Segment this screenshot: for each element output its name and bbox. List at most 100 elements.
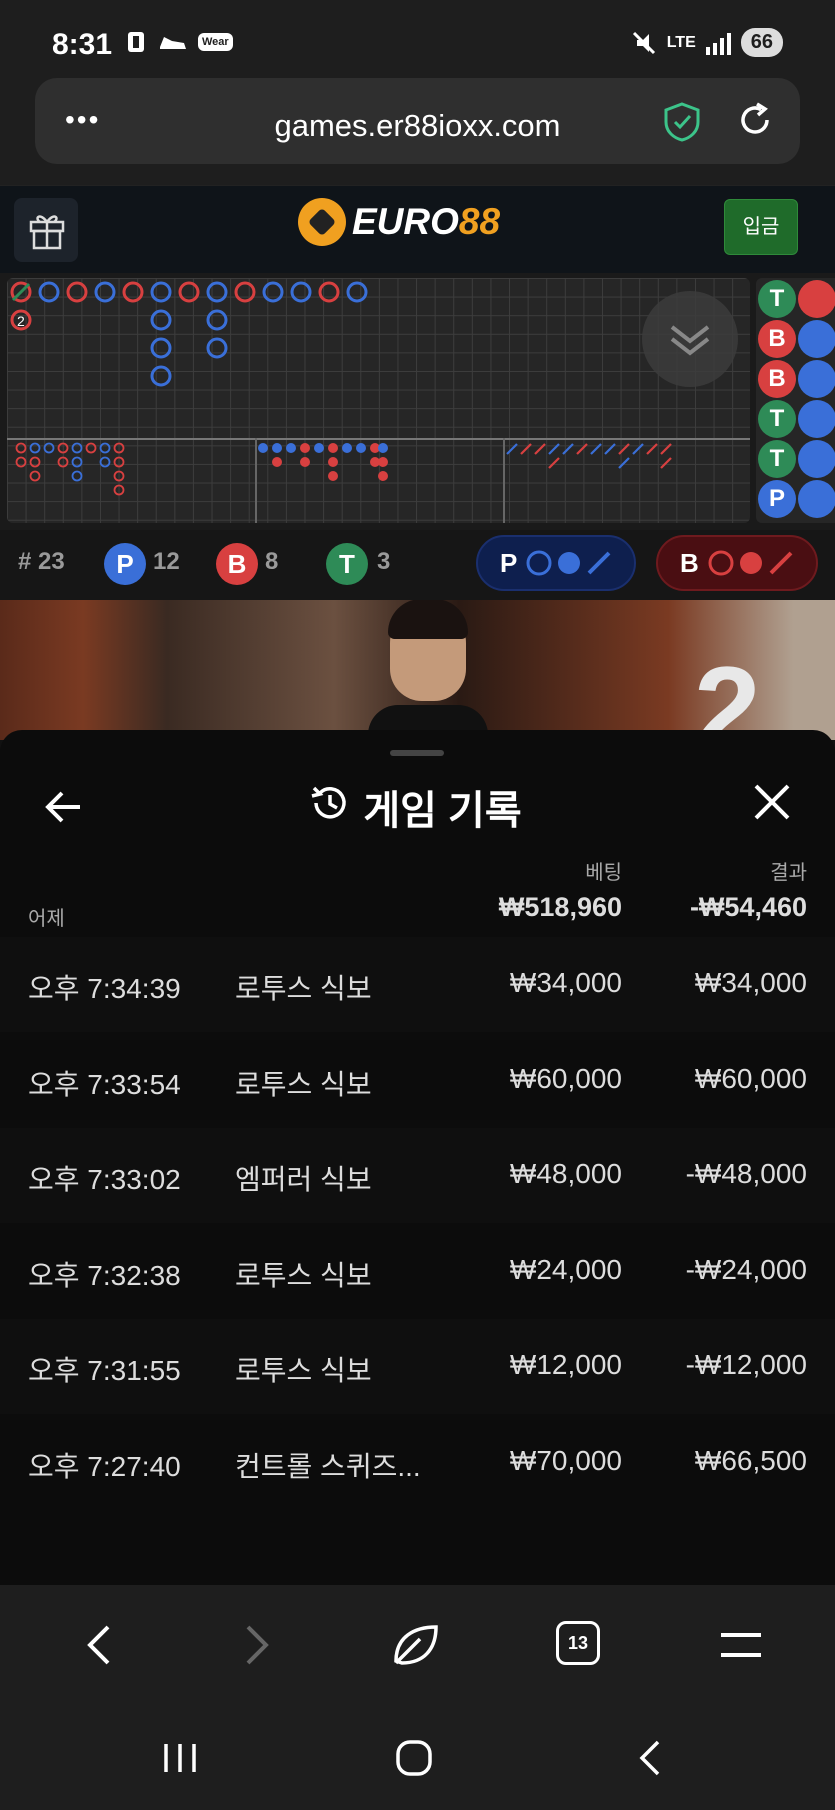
leaf-icon[interactable] bbox=[390, 1621, 442, 1669]
player-badge: P bbox=[104, 543, 146, 585]
date-group-label: 어제 bbox=[28, 908, 65, 930]
column-header-result: 결과 bbox=[770, 862, 807, 884]
row-bet: ₩60,000 bbox=[509, 1063, 622, 1094]
round-stats-bar: # 23 P 12 B 8 T 3 P B bbox=[0, 530, 835, 600]
logo-text-88: 88 bbox=[458, 201, 501, 242]
row-result: -₩12,000 bbox=[685, 1349, 807, 1380]
row-bet: ₩24,000 bbox=[509, 1254, 622, 1285]
status-left-icons: Wear bbox=[126, 30, 233, 54]
banker-badge: B bbox=[216, 543, 258, 585]
history-row[interactable]: 오후 7:32:38 로투스 식보 ₩24,000 -₩24,000 bbox=[0, 1224, 835, 1319]
reload-icon[interactable] bbox=[735, 100, 775, 140]
mute-icon bbox=[632, 31, 655, 54]
history-row[interactable]: 오후 7:33:02 엠퍼러 식보 ₩48,000 -₩48,000 bbox=[0, 1128, 835, 1223]
row-time: 오후 7:31:55 bbox=[28, 1355, 181, 1386]
prediction-markers-icon bbox=[526, 550, 611, 576]
b-icon bbox=[128, 32, 144, 52]
menu-icon[interactable] bbox=[718, 1621, 764, 1669]
prediction-markers-icon bbox=[708, 550, 793, 576]
side-result-1: T bbox=[758, 280, 796, 318]
row-time: 오후 7:33:54 bbox=[28, 1069, 181, 1100]
soccer-ball-icon bbox=[298, 198, 346, 246]
row-game: 로투스 식보 bbox=[235, 1260, 372, 1291]
column-header-bet: 베팅 bbox=[585, 862, 622, 884]
address-bar[interactable]: ••• games.er88ioxx.com bbox=[35, 78, 800, 164]
row-bet: ₩48,000 bbox=[509, 1158, 622, 1189]
collapse-roadmap-button[interactable] bbox=[642, 291, 738, 387]
row-time: 오후 7:33:02 bbox=[28, 1164, 181, 1195]
row-time: 오후 7:34:39 bbox=[28, 973, 181, 1004]
row-time: 오후 7:32:38 bbox=[28, 1260, 181, 1291]
panel-title-text: 게임 기록 bbox=[363, 789, 522, 833]
system-back-icon[interactable] bbox=[634, 1738, 664, 1778]
total-bet: ₩518,960 bbox=[498, 892, 622, 922]
close-icon[interactable] bbox=[752, 782, 792, 822]
round-count: # 23 bbox=[18, 548, 65, 575]
side-result-cut-1 bbox=[798, 280, 835, 318]
recent-apps-icon[interactable] bbox=[162, 1738, 198, 1778]
row-bet: ₩70,000 bbox=[509, 1445, 622, 1476]
home-icon[interactable] bbox=[394, 1738, 434, 1778]
row-bet: ₩12,000 bbox=[509, 1349, 622, 1380]
gift-icon bbox=[29, 215, 65, 250]
status-bar: 8:31 Wear LTE 66 bbox=[0, 0, 835, 70]
side-result-cut-5 bbox=[798, 440, 835, 478]
signal-icon bbox=[705, 31, 731, 55]
game-history-panel: 게임 기록 베팅 결과 어제 ₩518,960 -₩54,460 오후 7:34… bbox=[0, 730, 835, 1585]
baccarat-roadmap: 2 T B B T T P bbox=[0, 273, 835, 530]
tie-count: 3 bbox=[377, 548, 391, 575]
row-result: ₩34,000 bbox=[694, 967, 807, 998]
history-row[interactable]: 오후 7:34:39 로투스 식보 ₩34,000 ₩34,000 bbox=[0, 937, 835, 1032]
player-count: 12 bbox=[153, 548, 180, 575]
deposit-button[interactable]: 입금 bbox=[724, 199, 798, 255]
player-prediction-button[interactable]: P bbox=[476, 535, 636, 591]
logo-text-euro: EURO bbox=[352, 201, 459, 242]
history-row[interactable]: 오후 7:33:54 로투스 식보 ₩60,000 ₩60,000 bbox=[0, 1033, 835, 1128]
banker-count: 8 bbox=[265, 548, 279, 575]
row-time: 오후 7:27:40 bbox=[28, 1451, 181, 1482]
side-result-5: T bbox=[758, 440, 796, 478]
browser-bottom-nav: 13 bbox=[0, 1585, 835, 1710]
history-row[interactable]: 오후 7:31:55 로투스 식보 ₩12,000 -₩12,000 bbox=[0, 1319, 835, 1414]
wear-icon: Wear bbox=[198, 33, 233, 51]
banker-prediction-button[interactable]: B bbox=[656, 535, 818, 591]
forward-icon[interactable] bbox=[238, 1621, 274, 1669]
system-nav-bar bbox=[0, 1710, 835, 1810]
tabs-button[interactable]: 13 bbox=[556, 1621, 600, 1665]
row-game: 로투스 식보 bbox=[235, 973, 372, 1004]
side-result-2: B bbox=[758, 320, 796, 358]
side-result-cut-2 bbox=[798, 320, 835, 358]
side-result-6: P bbox=[758, 480, 796, 518]
player-prediction-label: P bbox=[500, 547, 518, 578]
shield-icon[interactable] bbox=[663, 102, 701, 142]
gift-button[interactable] bbox=[14, 198, 78, 262]
side-result-cut-3 bbox=[798, 360, 835, 398]
row-result: ₩66,500 bbox=[694, 1445, 807, 1476]
history-row[interactable]: 오후 7:27:40 컨트롤 스퀴즈... ₩70,000 ₩66,500 bbox=[0, 1415, 835, 1510]
row-game: 엠퍼러 식보 bbox=[235, 1164, 372, 1195]
back-icon[interactable] bbox=[82, 1621, 118, 1669]
row-bet: ₩34,000 bbox=[509, 967, 622, 998]
site-header: EURO88 입금 bbox=[0, 185, 835, 273]
row-result: -₩48,000 bbox=[685, 1158, 807, 1189]
roadmap-side-results: T B B T T P bbox=[756, 278, 835, 523]
side-result-4: T bbox=[758, 400, 796, 438]
bead-road-markers: 2 bbox=[10, 281, 672, 496]
chevron-double-down-icon bbox=[670, 325, 710, 356]
banker-prediction-label: B bbox=[680, 547, 699, 578]
road-tie-count: 2 bbox=[17, 313, 25, 329]
site-logo[interactable]: EURO88 bbox=[298, 198, 500, 246]
row-game: 로투스 식보 bbox=[235, 1069, 372, 1100]
dealer-image bbox=[368, 600, 488, 740]
live-dealer-video[interactable]: 2 bbox=[0, 600, 835, 740]
total-result: -₩54,460 bbox=[689, 892, 807, 922]
row-game: 로투스 식보 bbox=[235, 1355, 372, 1386]
panel-title: 게임 기록 bbox=[0, 778, 835, 836]
drag-handle[interactable] bbox=[390, 750, 444, 756]
network-label: LTE bbox=[666, 33, 696, 51]
row-result: -₩24,000 bbox=[685, 1254, 807, 1285]
battery-indicator: 66 bbox=[740, 28, 783, 57]
side-result-cut-6 bbox=[798, 480, 835, 518]
status-time: 8:31 bbox=[52, 28, 113, 61]
video-overlay-number: 2 bbox=[694, 642, 761, 740]
